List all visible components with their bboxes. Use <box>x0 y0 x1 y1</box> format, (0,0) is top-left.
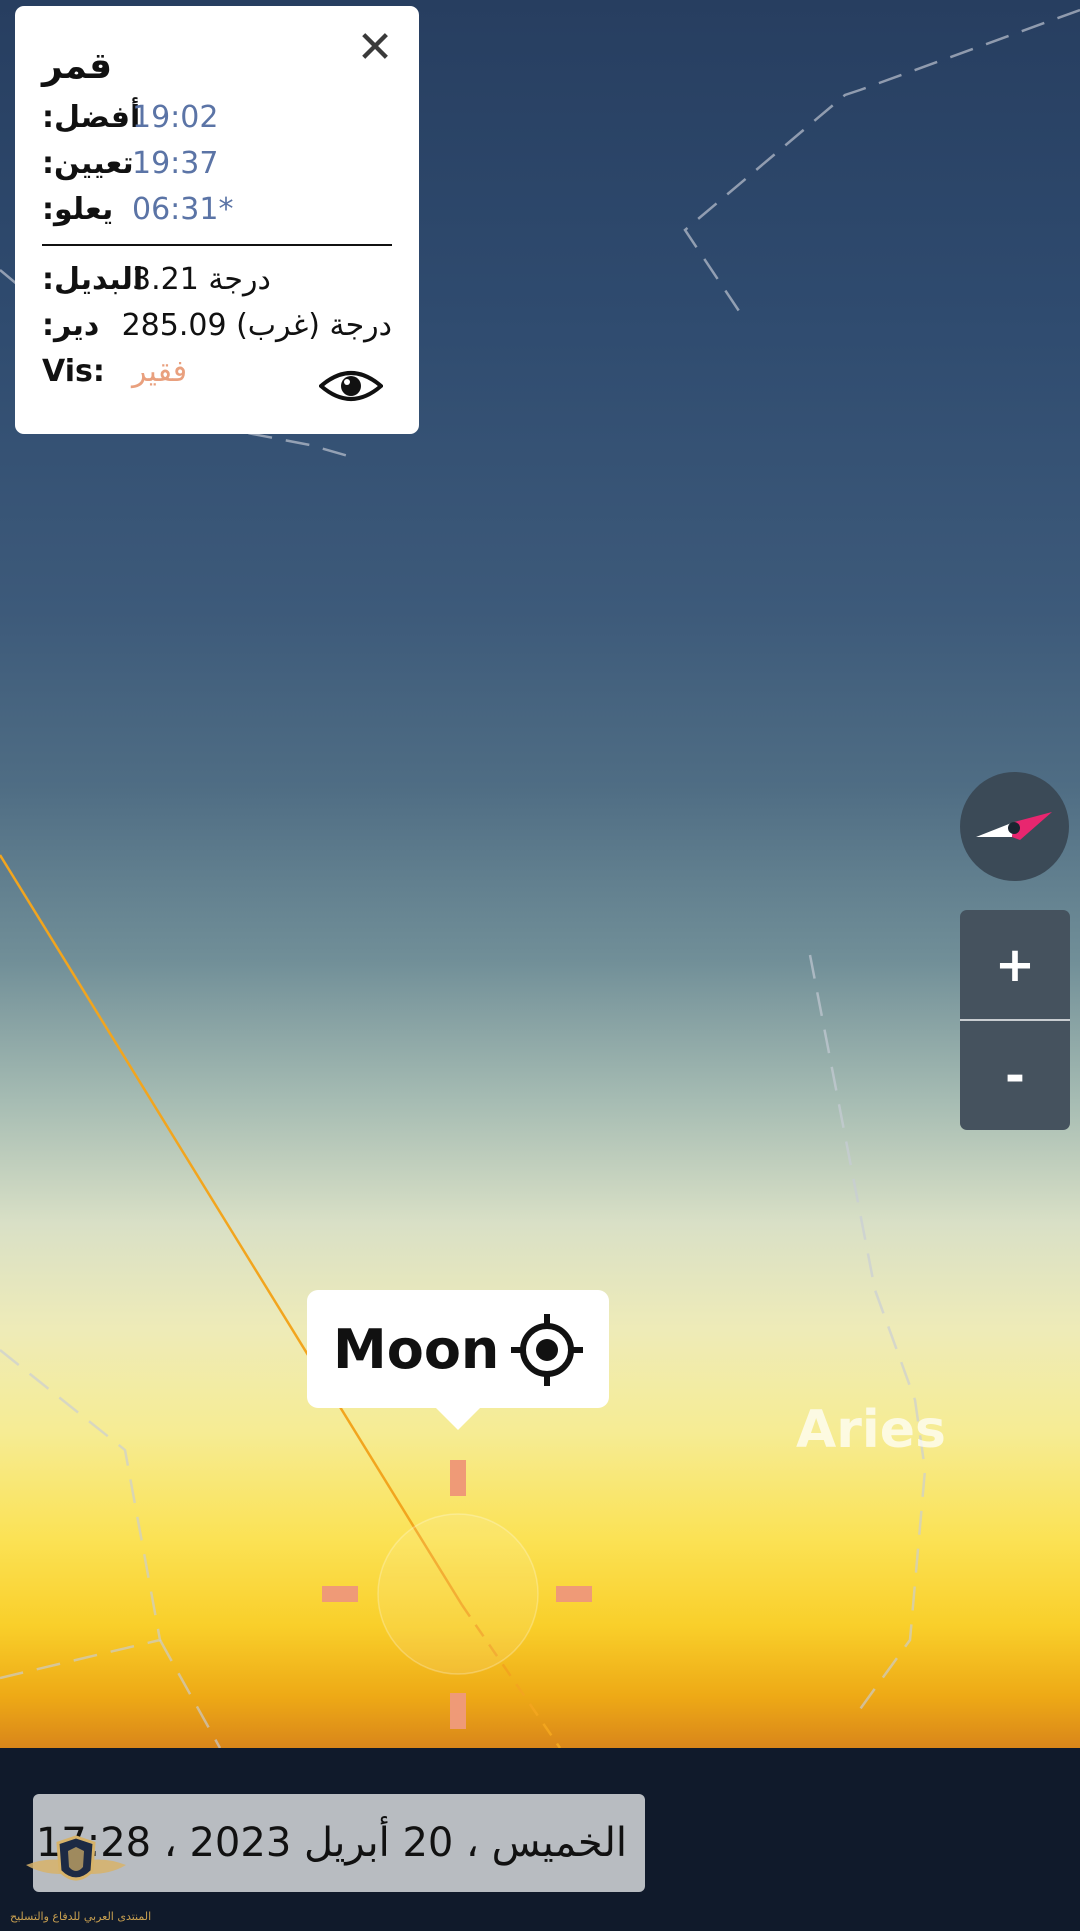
reticle-tick-right <box>556 1586 592 1602</box>
azimuth-row: :دير 285.09 درجة (غرب) <box>42 302 392 348</box>
altitude-label: :البديل <box>42 261 144 297</box>
set-time-row: :تعيين 19:37 <box>42 140 392 186</box>
constellation-label: Aries <box>796 1400 946 1460</box>
object-info-card: ✕ قمر :أفضل 19:02 :تعيين 19:37 :يعلو 06:… <box>15 6 419 434</box>
divider <box>42 244 392 246</box>
reticle-tick-left <box>322 1586 358 1602</box>
azimuth-value: 285.09 درجة (غرب) <box>121 307 392 343</box>
constellation-boundary <box>0 1349 162 1680</box>
rise-label: :يعلو <box>42 191 114 227</box>
zoom-in-button[interactable]: + <box>960 910 1070 1019</box>
compass-button[interactable] <box>960 772 1069 881</box>
compass-icon <box>976 812 1052 840</box>
moon-disc <box>377 1513 539 1675</box>
constellation-boundary <box>683 8 1080 321</box>
azimuth-label: :دير <box>42 307 100 343</box>
target-tooltip[interactable]: Moon <box>307 1290 609 1430</box>
watermark-text: المنتدى العربي للدفاع والتسليح <box>10 1910 152 1923</box>
reticle-tick-bottom <box>450 1693 466 1729</box>
constellation-boundary <box>158 1639 222 1748</box>
best-label: :أفضل <box>42 99 141 135</box>
best-time: 19:02 <box>132 99 219 135</box>
visibility-label: Vis: <box>42 353 105 389</box>
ecliptic-line <box>0 854 464 1606</box>
object-name: قمر <box>42 46 113 87</box>
moon-reticle <box>322 1460 592 1729</box>
visibility-value: فقير <box>132 353 188 389</box>
zoom-out-button[interactable]: - <box>960 1021 1070 1130</box>
rise-time: 06:31* <box>132 191 234 227</box>
altitude-value: 3.21 درجة <box>132 261 271 297</box>
altitude-row: :البديل 3.21 درجة <box>42 256 392 302</box>
set-label: :تعيين <box>42 145 134 181</box>
eye-icon[interactable] <box>319 366 383 406</box>
crosshair-icon[interactable] <box>509 1312 585 1388</box>
reticle-tick-top <box>450 1460 466 1496</box>
rise-time-row: :يعلو 06:31* <box>42 186 392 232</box>
best-time-row: :أفضل 19:02 <box>42 94 392 140</box>
close-button[interactable]: ✕ <box>355 26 395 70</box>
target-label: Moon <box>333 1317 500 1381</box>
constellation-boundary <box>808 954 927 1713</box>
zoom-controls: + - <box>960 910 1070 1130</box>
set-time: 19:37 <box>132 145 219 181</box>
